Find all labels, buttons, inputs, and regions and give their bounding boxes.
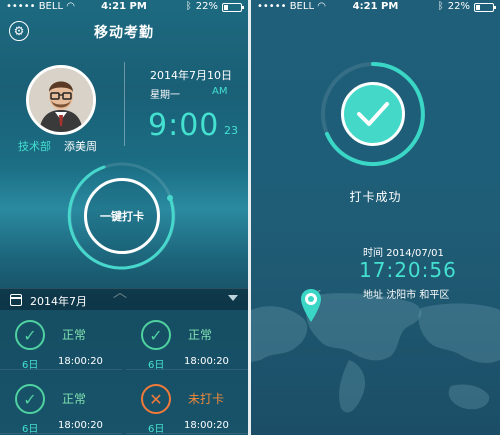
record-day: 6日 bbox=[148, 424, 165, 435]
status-bar: ••••• BELL ◠ 4:21 PM ᛒ 22% bbox=[251, 0, 500, 14]
record-time: 18:00:20 bbox=[58, 356, 103, 367]
month-selector[interactable]: 2014年7月 bbox=[0, 288, 248, 310]
month-label: 2014年7月 bbox=[30, 295, 87, 308]
bluetooth-icon: ᛒ bbox=[437, 1, 444, 12]
record-cell[interactable]: ✓ 正常 6日 18:00:20 bbox=[0, 312, 122, 371]
status-bar: ••••• BELL ◠ 4:21 PM ᛒ 22% bbox=[0, 0, 248, 14]
battery-icon bbox=[222, 2, 244, 12]
record-status: 正常 bbox=[62, 392, 87, 406]
calendar-icon bbox=[10, 294, 22, 306]
page-title: 移动考勤 bbox=[94, 25, 154, 41]
success-message: 打卡成功 bbox=[349, 190, 402, 204]
info-divider bbox=[124, 62, 125, 146]
record-cell[interactable]: ✓ 正常 6日 18:00:20 bbox=[0, 376, 122, 435]
punch-area: 一键打卡 bbox=[64, 158, 180, 274]
weekday-label: 星期一 bbox=[150, 90, 180, 101]
record-status: 正常 bbox=[62, 328, 87, 342]
bluetooth-icon: ᛒ bbox=[185, 1, 192, 12]
check-icon: ✓ bbox=[15, 384, 45, 414]
avatar[interactable] bbox=[26, 65, 96, 135]
punch-time-row: 时间 2014/07/01 bbox=[363, 244, 444, 259]
success-badge bbox=[317, 58, 429, 170]
record-time: 18:00:20 bbox=[58, 420, 103, 431]
attendance-screen: ••••• BELL ◠ 4:21 PM ᛒ 22% ⚙ 移动考勤 技术部 添美… bbox=[0, 0, 248, 435]
location-pin-icon[interactable] bbox=[300, 288, 322, 324]
record-day: 6日 bbox=[148, 360, 165, 371]
record-cell[interactable]: ✓ 正常 6日 18:00:20 bbox=[126, 312, 248, 371]
ampm-label: AM bbox=[212, 86, 228, 97]
clock-time: 9:00 bbox=[148, 108, 220, 143]
battery-icon bbox=[474, 2, 496, 12]
clock-seconds: 23 bbox=[224, 124, 238, 137]
user-name: 添美周 bbox=[64, 140, 97, 153]
punch-button[interactable]: 一键打卡 bbox=[84, 178, 160, 254]
close-icon: ✕ bbox=[141, 384, 171, 414]
check-icon bbox=[341, 82, 405, 146]
record-status: 未打卡 bbox=[188, 392, 225, 406]
status-right: ᛒ 22% bbox=[185, 0, 244, 14]
check-icon: ✓ bbox=[141, 320, 171, 350]
avatar-portrait bbox=[29, 68, 93, 132]
battery-percent: 22% bbox=[447, 1, 470, 12]
current-date: 2014年7月10日 bbox=[150, 69, 232, 82]
record-time: 18:00:20 bbox=[184, 420, 229, 431]
punch-time: 17:20:56 bbox=[359, 258, 457, 282]
record-day: 6日 bbox=[22, 360, 39, 371]
record-time: 18:00:20 bbox=[184, 356, 229, 367]
punch-success-screen: ••••• BELL ◠ 4:21 PM ᛒ 22% 打卡成功 时间 2014/… bbox=[251, 0, 500, 435]
department-label: 技术部 bbox=[18, 140, 51, 153]
record-day: 6日 bbox=[22, 424, 39, 435]
record-status: 正常 bbox=[188, 328, 213, 342]
record-cell[interactable]: ✕ 未打卡 6日 18:00:20 bbox=[126, 376, 248, 435]
check-icon: ✓ bbox=[15, 320, 45, 350]
status-right: ᛒ 22% bbox=[437, 0, 496, 14]
world-map bbox=[251, 290, 500, 413]
battery-percent: 22% bbox=[195, 1, 218, 12]
chevron-down-icon[interactable] bbox=[228, 295, 238, 301]
